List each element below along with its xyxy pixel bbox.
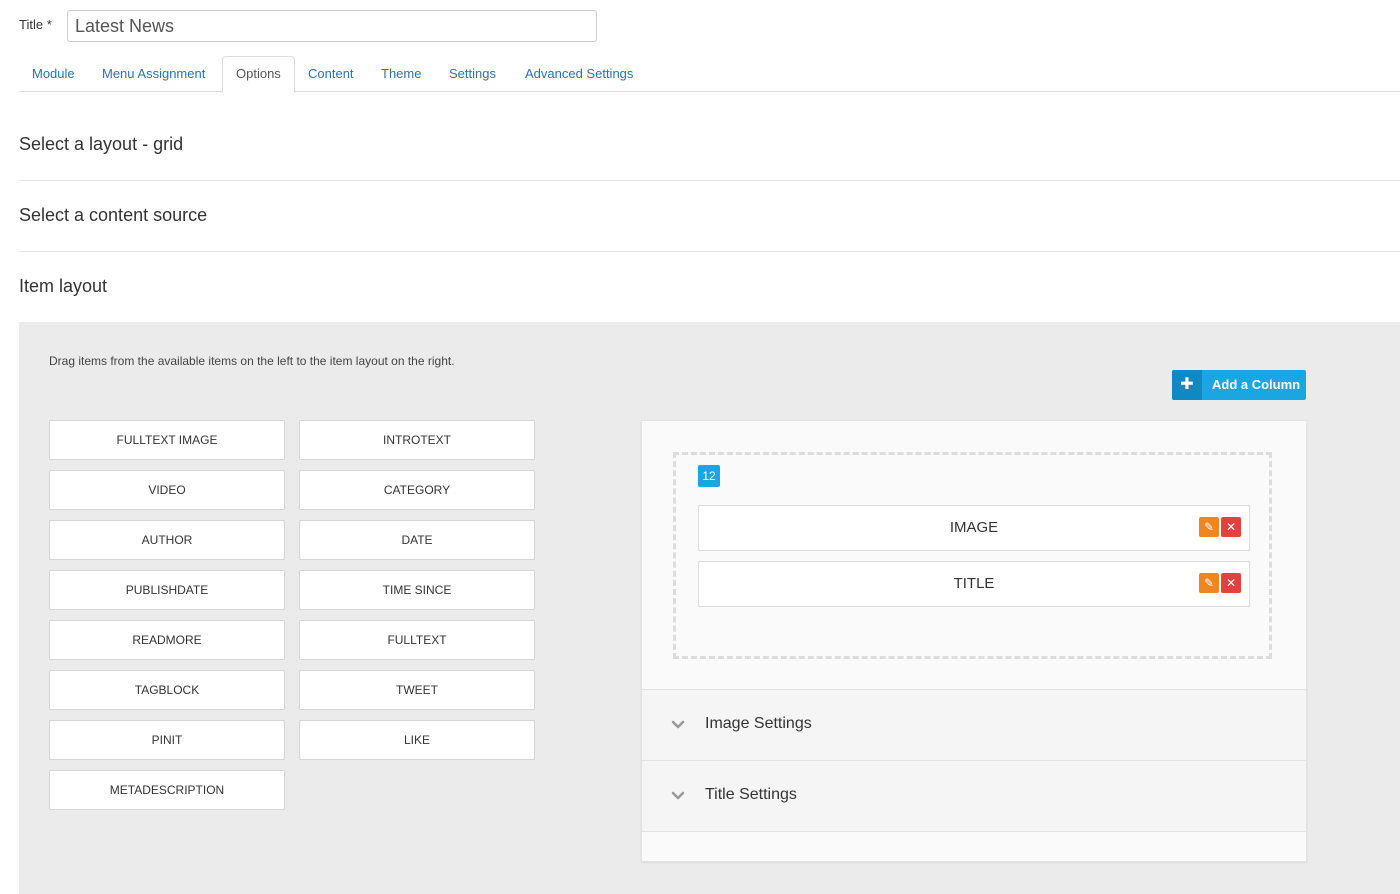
accordion-label: Image Settings: [705, 715, 812, 732]
layout-item-title[interactable]: TITLE ✎ ✕: [698, 561, 1250, 607]
available-item-time-since[interactable]: TIME SINCE: [299, 570, 535, 610]
tab-menu-assignment[interactable]: Menu Assignment: [89, 56, 218, 92]
drag-hint-text: Drag items from the available items on t…: [49, 354, 455, 368]
section-select-content-source[interactable]: Select a content source: [19, 205, 1400, 226]
tab-module[interactable]: Module: [19, 56, 88, 92]
layout-item-label: IMAGE: [949, 519, 999, 536]
available-item-fulltext[interactable]: FULLTEXT: [299, 620, 535, 660]
tab-bar: Module Menu Assignment Options Content T…: [19, 56, 1400, 93]
available-item-tweet[interactable]: TWEET: [299, 670, 535, 710]
layout-canvas-footer: [642, 831, 1306, 861]
available-item-video[interactable]: VIDEO: [49, 470, 285, 510]
chevron-down-icon: [671, 791, 685, 800]
close-icon[interactable]: ✕: [1221, 517, 1241, 537]
divider: [19, 180, 1400, 181]
tab-content[interactable]: Content: [295, 56, 367, 92]
tab-advanced-settings[interactable]: Advanced Settings: [512, 56, 646, 92]
title-field-row: Title *: [19, 10, 619, 42]
available-item-category[interactable]: CATEGORY: [299, 470, 535, 510]
section-select-layout[interactable]: Select a layout - grid: [19, 134, 1400, 155]
layout-item-label: TITLE: [953, 575, 995, 592]
available-item-like[interactable]: LIKE: [299, 720, 535, 760]
item-layout-canvas: 12 IMAGE ✎ ✕ TITLE ✎ ✕ Image Settings Ti…: [641, 420, 1307, 862]
title-input[interactable]: [67, 10, 597, 42]
tab-settings[interactable]: Settings: [436, 56, 509, 92]
tab-options[interactable]: Options: [222, 56, 295, 93]
available-item-metadescription[interactable]: METADESCRIPTION: [49, 770, 285, 810]
add-column-button[interactable]: ✚ Add a Column: [1172, 370, 1306, 400]
plus-icon: ✚: [1172, 370, 1202, 400]
accordion-label: Title Settings: [705, 786, 797, 803]
item-layout-panel: Drag items from the available items on t…: [19, 322, 1400, 894]
available-item-tagblock[interactable]: TAGBLOCK: [49, 670, 285, 710]
layout-item-image[interactable]: IMAGE ✎ ✕: [698, 505, 1250, 551]
available-item-pinit[interactable]: PINIT: [49, 720, 285, 760]
chevron-down-icon: [671, 720, 685, 729]
column-width-badge: 12: [698, 465, 720, 487]
close-icon[interactable]: ✕: [1221, 573, 1241, 593]
layout-column-dropzone[interactable]: 12 IMAGE ✎ ✕ TITLE ✎ ✕: [673, 452, 1272, 659]
pencil-icon[interactable]: ✎: [1199, 517, 1219, 537]
section-item-layout[interactable]: Item layout: [19, 276, 1400, 297]
available-item-readmore[interactable]: READMORE: [49, 620, 285, 660]
available-item-publishdate[interactable]: PUBLISHDATE: [49, 570, 285, 610]
tab-theme[interactable]: Theme: [368, 56, 434, 92]
accordion-title-settings[interactable]: Title Settings: [642, 760, 1306, 831]
title-label: Title *: [19, 17, 52, 32]
available-item-fulltext-image[interactable]: FULLTEXT IMAGE: [49, 420, 285, 460]
available-item-author[interactable]: AUTHOR: [49, 520, 285, 560]
available-item-introtext[interactable]: INTROTEXT: [299, 420, 535, 460]
pencil-icon[interactable]: ✎: [1199, 573, 1219, 593]
accordion-image-settings[interactable]: Image Settings: [642, 689, 1306, 760]
available-item-date[interactable]: DATE: [299, 520, 535, 560]
divider: [19, 251, 1400, 252]
add-column-label: Add a Column: [1212, 377, 1301, 392]
